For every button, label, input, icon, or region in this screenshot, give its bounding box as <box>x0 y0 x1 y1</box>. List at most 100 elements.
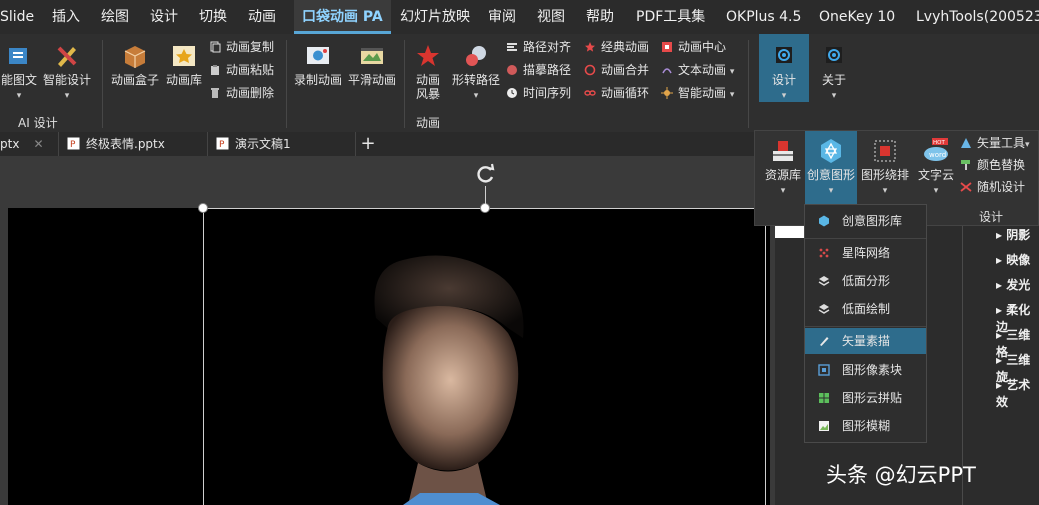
word-cloud-button[interactable]: HOT word 文字云 ▾ <box>913 137 959 198</box>
menu-transitions[interactable]: 切换 <box>199 0 227 34</box>
color-replace-button[interactable]: 颜色替换 <box>960 156 1025 174</box>
pane-section-shadow[interactable]: ▸ 阴影 <box>996 226 1030 243</box>
dropdown-item-low-poly-draw[interactable]: 低面绘制 <box>805 296 926 322</box>
about-label: 关于 <box>821 73 846 87</box>
pane-section-reflection[interactable]: ▸ 映像 <box>996 251 1030 268</box>
shape-wrap-button[interactable]: 图形绕排 ▾ <box>859 137 911 198</box>
ribbon-separator <box>404 40 405 128</box>
path-align-button[interactable]: 路径对齐 <box>506 38 571 56</box>
animation-library-button[interactable]: 动画库 <box>162 42 206 87</box>
resource-library-label: 资源库 <box>764 168 801 182</box>
timeline-label: 时间序列 <box>523 86 572 100</box>
record-animation-button[interactable]: 录制动画 <box>292 42 344 87</box>
dropdown-item-star-network[interactable]: 星阵网络 <box>805 240 926 266</box>
menu-help[interactable]: 帮助 <box>586 0 614 34</box>
animation-box-button[interactable]: 动画盒子 <box>108 42 162 87</box>
merge-icon <box>584 64 596 76</box>
loop-animation-button[interactable]: 动画循环 <box>584 84 649 102</box>
animation-paste-button[interactable]: 动画粘贴 <box>209 61 274 79</box>
menu-review[interactable]: 审阅 <box>488 0 516 34</box>
dropdown-item-cloud-collage[interactable]: 图形云拼贴 <box>805 385 926 411</box>
animation-paste-label: 动画粘贴 <box>226 63 275 77</box>
loop-animation-label: 动画循环 <box>601 86 650 100</box>
animation-copy-button[interactable]: 动画复制 <box>209 38 274 56</box>
loop-icon <box>584 90 596 96</box>
pane-section-artistic-effects[interactable]: ▸ 艺术效 <box>996 376 1039 410</box>
menu-bar: Slide 插入 绘图 设计 切换 动画 口袋动画 PA 幻灯片放映 审阅 视图… <box>0 0 1039 34</box>
menu-animations[interactable]: 动画 <box>248 0 276 34</box>
menu-design[interactable]: 设计 <box>150 0 178 34</box>
trace-icon <box>507 65 517 75</box>
menu-draw[interactable]: 绘图 <box>101 0 129 34</box>
word-cloud-icon: HOT word <box>924 138 948 161</box>
animation-delete-button[interactable]: 动画删除 <box>209 84 274 102</box>
merge-animation-button[interactable]: 动画合并 <box>584 61 649 79</box>
menu-slideshow[interactable]: 幻灯片放映 <box>400 0 470 34</box>
random-design-button[interactable]: 随机设计 <box>960 178 1025 196</box>
close-icon[interactable]: ✕ <box>33 137 43 151</box>
path-align-label: 路径对齐 <box>523 40 572 54</box>
animation-group-label: 动画 <box>416 116 441 130</box>
shape-to-path-button[interactable]: 形转路径 ▾ <box>448 42 504 103</box>
resource-library-button[interactable]: 资源库 ▾ <box>761 137 805 198</box>
pixel-block-icon <box>818 364 830 376</box>
about-target-icon <box>826 47 842 63</box>
word-badge: word <box>929 151 946 159</box>
text-animation-button[interactable]: 文本动画 ▾ <box>661 61 734 79</box>
rotate-handle-icon[interactable] <box>474 162 498 186</box>
film-icon <box>361 48 383 64</box>
creative-shape-button[interactable]: 创意图形 ▾ <box>805 131 857 205</box>
menu-onekey[interactable]: OneKey 10 <box>819 0 895 34</box>
random-design-label: 随机设计 <box>977 180 1026 194</box>
resize-handle-top-left[interactable] <box>198 203 208 213</box>
copy-icon <box>210 41 221 53</box>
ribbon: 能图文 ▾ 智能设计 ▾ AI 设计 动画盒子 动画库 动画复制 动画粘贴 动画删除… <box>0 34 1039 132</box>
resource-library-icon <box>773 141 793 161</box>
design-button[interactable]: 设计 ▾ <box>759 34 809 102</box>
dropdown-item-creative-library[interactable]: 创意图形库 <box>805 208 926 234</box>
doc-tab-1[interactable]: P 终极表情.pptx <box>58 132 208 156</box>
timeline-button[interactable]: 时间序列 <box>506 84 571 102</box>
doc-tab-partial[interactable]: ptx ✕ <box>0 132 56 156</box>
glow-label: 发光 <box>1006 278 1031 292</box>
smart-design-button[interactable]: 智能设计 ▾ <box>42 42 92 103</box>
shape-blur-label: 图形模糊 <box>842 419 891 433</box>
reflection-label: 映像 <box>1006 253 1031 267</box>
menu-okplus[interactable]: OKPlus 4.5 <box>726 0 801 34</box>
merge-animation-label: 动画合并 <box>601 63 650 77</box>
design-label: 设计 <box>771 73 796 87</box>
trace-path-button[interactable]: 描摹路径 <box>506 61 571 79</box>
doc-tab-2[interactable]: P 演示文稿1 <box>210 132 356 156</box>
menu-insert[interactable]: 插入 <box>52 0 80 34</box>
dropdown-item-vector-sketch[interactable]: 矢量素描 <box>805 328 926 354</box>
menu-pdf-tools[interactable]: PDF工具集 <box>636 0 705 34</box>
svg-text:P: P <box>70 140 76 150</box>
vector-tools-button[interactable]: 矢量工具▾ <box>960 134 1030 152</box>
animation-center-button[interactable]: 动画中心 <box>661 38 726 56</box>
slide[interactable] <box>8 208 770 505</box>
menu-slide[interactable]: Slide <box>0 0 34 34</box>
text-animation-label: 文本动画 <box>678 63 727 77</box>
record-animation-label: 录制动画 <box>293 73 342 87</box>
pixel-block-label: 图形像素块 <box>842 363 903 377</box>
smart-animation-button[interactable]: 智能动画 ▾ <box>661 84 734 102</box>
smooth-animation-label: 平滑动画 <box>347 73 396 87</box>
shape-wrap-label: 图形绕排 <box>860 168 909 182</box>
menu-pocket-animation[interactable]: 口袋动画 PA <box>294 0 391 34</box>
animation-storm-button[interactable]: 动画 风暴 <box>408 42 448 101</box>
dropdown-divider <box>805 326 926 327</box>
classic-animation-button[interactable]: 经典动画 <box>584 38 649 56</box>
pane-section-glow[interactable]: ▸ 发光 <box>996 276 1030 293</box>
smart-graphic-button[interactable]: 能图文 ▾ <box>0 42 38 103</box>
dropdown-item-low-poly-fractal[interactable]: 低面分形 <box>805 268 926 294</box>
resize-handle-top[interactable] <box>480 203 490 213</box>
add-tab-button[interactable]: + <box>358 132 378 156</box>
menu-lvyhtools[interactable]: LvyhTools(200523) <box>916 0 1039 34</box>
record-screen-icon <box>307 47 329 64</box>
smooth-animation-button[interactable]: 平滑动画 <box>346 42 398 87</box>
clock-icon <box>507 88 517 98</box>
dropdown-item-shape-blur[interactable]: 图形模糊 <box>805 413 926 439</box>
dropdown-item-pixel-block[interactable]: 图形像素块 <box>805 357 926 383</box>
about-button[interactable]: 关于 ▾ <box>814 42 854 103</box>
menu-view[interactable]: 视图 <box>537 0 565 34</box>
